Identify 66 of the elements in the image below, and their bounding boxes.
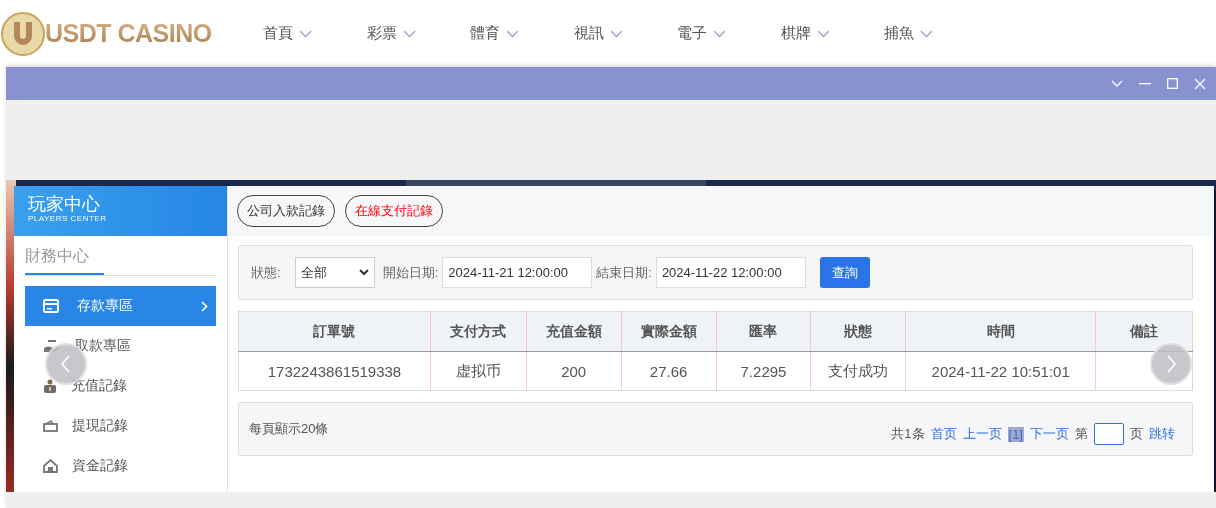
chevron-down-icon — [920, 29, 933, 38]
page-input[interactable] — [1094, 423, 1124, 445]
goto-prefix: 第 — [1075, 425, 1088, 443]
nav-item[interactable]: 捕魚 — [884, 24, 988, 43]
chevron-down-icon — [713, 29, 726, 38]
table-cell: 27.66 — [621, 351, 717, 391]
column-header: 狀態 — [810, 311, 906, 352]
nav-item[interactable]: 棋牌 — [780, 24, 884, 43]
prev-page-link[interactable]: 上一页 — [962, 425, 1002, 443]
house-icon — [43, 459, 58, 473]
wallet-icon — [43, 420, 58, 432]
maximize-icon[interactable] — [1167, 78, 1178, 89]
column-header: 訂單號 — [238, 311, 431, 352]
sidebar-title: 玩家中心 — [28, 194, 101, 214]
chevron-right-icon — [201, 300, 208, 312]
first-page-link[interactable]: 首页 — [930, 425, 957, 443]
column-header: 時間 — [905, 311, 1096, 352]
table-cell: 7.2295 — [716, 351, 811, 391]
goto-suffix: 页 — [1130, 425, 1143, 443]
column-header: 支付方式 — [430, 311, 527, 352]
chevron-down-icon — [402, 29, 416, 38]
column-header: 實際金額 — [621, 311, 717, 352]
sidebar-subtitle: PLAYERS CENTER — [28, 214, 108, 223]
chevron-right-icon — [1166, 355, 1176, 373]
nav-item[interactable]: 首頁 — [263, 24, 367, 43]
column-header: 匯率 — [716, 311, 811, 352]
chevron-down-icon — [299, 29, 312, 38]
logo-emblem-icon — [1, 11, 45, 56]
start-date-label: 開始日期: — [382, 263, 439, 282]
status-select[interactable]: 全部 — [294, 257, 375, 288]
sidebar-item[interactable]: 提現記錄 — [25, 406, 216, 446]
nav-item[interactable]: 體育 — [470, 24, 574, 43]
chevron-down-icon — [816, 29, 830, 38]
column-header: 備註 — [1095, 311, 1193, 352]
table-cell: 支付成功 — [810, 351, 906, 391]
chevron-down-icon — [506, 29, 519, 38]
query-button[interactable]: 查詢 — [819, 257, 870, 288]
chevron-left-icon — [61, 355, 71, 373]
total-count: 共1条 — [891, 425, 925, 443]
nav-item[interactable]: 彩票 — [366, 24, 470, 43]
chevron-down-icon — [609, 29, 623, 38]
next-page-link[interactable]: 下一页 — [1030, 425, 1069, 443]
table-cell: 1732243861519338 — [238, 351, 431, 391]
end-date-field[interactable]: 2024-11-22 12:00:00 — [655, 257, 806, 288]
chevron-down-icon — [358, 269, 369, 276]
card-icon — [43, 299, 59, 313]
money-bag-icon — [43, 379, 57, 393]
end-date-label: 結束日期: — [596, 263, 652, 282]
table-cell: 200 — [526, 351, 622, 391]
nav-item[interactable]: 電子 — [677, 24, 781, 43]
jump-link[interactable]: 跳转 — [1149, 425, 1175, 443]
column-header: 充值金額 — [526, 311, 622, 352]
page-size-text: 每頁顯示20條 — [249, 420, 329, 438]
minimize-icon[interactable] — [1139, 82, 1151, 85]
sidebar-item[interactable]: 資金記錄 — [25, 446, 216, 486]
chevron-down-icon[interactable] — [1111, 79, 1123, 88]
start-date-field[interactable]: 2024-11-21 12:00:00 — [442, 257, 593, 288]
close-icon[interactable] — [1194, 77, 1206, 90]
sidebar-item[interactable]: 存款專區 — [25, 286, 216, 326]
table-cell: 2024-11-22 10:51:01 — [905, 351, 1096, 391]
record-tab[interactable]: 在線支付記錄 — [345, 195, 443, 227]
record-tab[interactable]: 公司入款記錄 — [237, 195, 335, 227]
nav-item[interactable]: 視訊 — [573, 24, 677, 43]
sidebar-item[interactable]: 充值記錄 — [25, 366, 216, 406]
status-label: 狀態: — [251, 263, 281, 282]
table-cell: 虚拟币 — [430, 351, 527, 391]
